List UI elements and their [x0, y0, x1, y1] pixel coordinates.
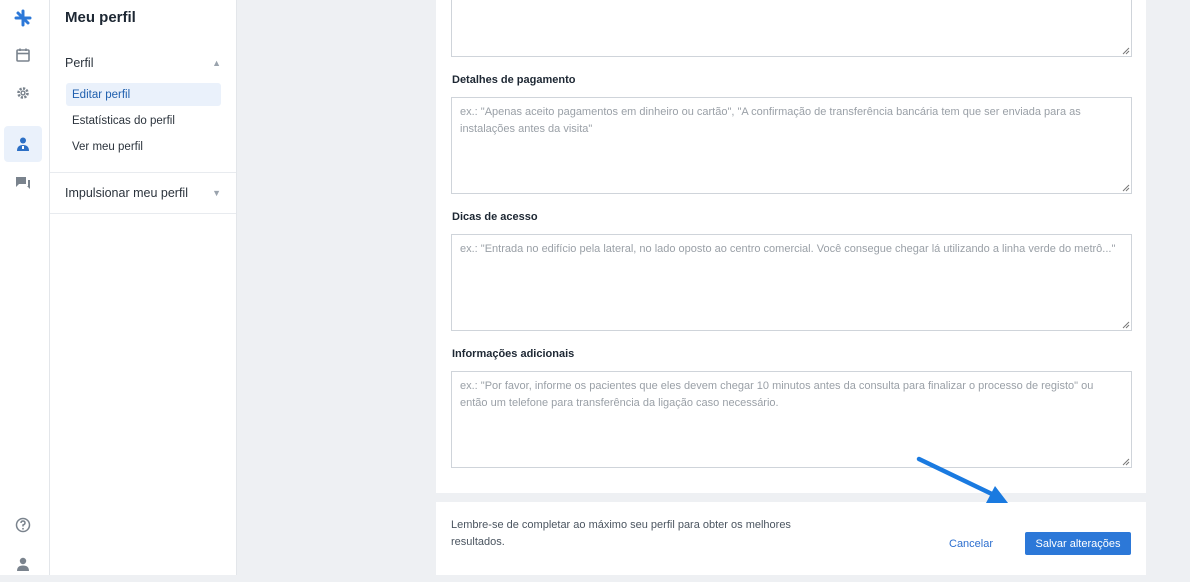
sidebar-section-label: Perfil [65, 56, 94, 70]
additional-info-textarea[interactable]: ex.: "Por favor, informe os pacientes qu… [451, 371, 1132, 468]
chevron-down-icon: ▼ [212, 188, 221, 198]
sidebar-divider [50, 172, 236, 173]
sidebar-item-label: Editar perfil [72, 88, 131, 101]
sidebar-item-label: Ver meu perfil [72, 140, 143, 153]
previous-textarea[interactable] [451, 0, 1132, 57]
sidebar-item-label: Estatísticas do perfil [72, 114, 175, 127]
form-footer: Lembre-se de completar ao máximo seu per… [436, 502, 1146, 575]
logo-icon[interactable] [4, 0, 42, 36]
blue-arrow-icon [916, 456, 1008, 503]
calendar-icon[interactable] [4, 37, 42, 73]
profile-completion-reminder: Lembre-se de completar ao máximo seu per… [451, 519, 791, 548]
cancel-button[interactable]: Cancelar [949, 538, 993, 550]
chevron-up-icon: ▲ [212, 58, 221, 68]
sidebar-title: Meu perfil [65, 9, 136, 26]
sidebar-section-profile[interactable]: Perfil ▲ [50, 44, 236, 82]
help-icon[interactable] [4, 507, 42, 543]
sidebar-item-edit-profile[interactable]: Editar perfil [66, 83, 221, 106]
settings-gear-icon[interactable] [4, 75, 42, 111]
payment-details-textarea[interactable]: ex.: "Apenas aceito pagamentos em dinhei… [451, 97, 1132, 194]
additional-info-label: Informações adicionais [452, 348, 575, 360]
textarea-placeholder: ex.: "Por favor, informe os pacientes qu… [460, 380, 1094, 409]
textarea-placeholder: ex.: "Apenas aceito pagamentos em dinhei… [460, 106, 1081, 135]
resize-handle-icon[interactable] [1121, 46, 1130, 55]
payment-details-label: Detalhes de pagamento [452, 74, 576, 86]
resize-handle-icon[interactable] [1121, 183, 1130, 192]
profile-sidebar: Meu perfil Perfil ▲ Editar perfil Estatí… [50, 0, 237, 575]
textarea-placeholder: ex.: "Entrada no edifício pela lateral, … [460, 243, 1116, 255]
save-changes-button[interactable]: Salvar alterações [1025, 532, 1131, 555]
sidebar-section-label: Impulsionar meu perfil [65, 186, 188, 200]
access-tips-label: Dicas de acesso [452, 211, 538, 223]
sidebar-item-profile-stats[interactable]: Estatísticas do perfil [66, 109, 221, 132]
access-tips-textarea[interactable]: ex.: "Entrada no edifício pela lateral, … [451, 234, 1132, 331]
profile-form-card: Detalhes de pagamento ex.: "Apenas aceit… [436, 0, 1146, 493]
resize-handle-icon[interactable] [1121, 457, 1130, 466]
messages-icon[interactable] [4, 165, 42, 201]
resize-handle-icon[interactable] [1121, 320, 1130, 329]
sidebar-section-boost-profile[interactable]: Impulsionar meu perfil ▼ [50, 174, 236, 212]
profile-doctor-icon[interactable] [4, 126, 42, 162]
icon-rail [0, 0, 50, 575]
user-account-icon[interactable] [4, 546, 42, 582]
sidebar-item-view-profile[interactable]: Ver meu perfil [66, 135, 221, 158]
sidebar-divider [50, 213, 236, 214]
